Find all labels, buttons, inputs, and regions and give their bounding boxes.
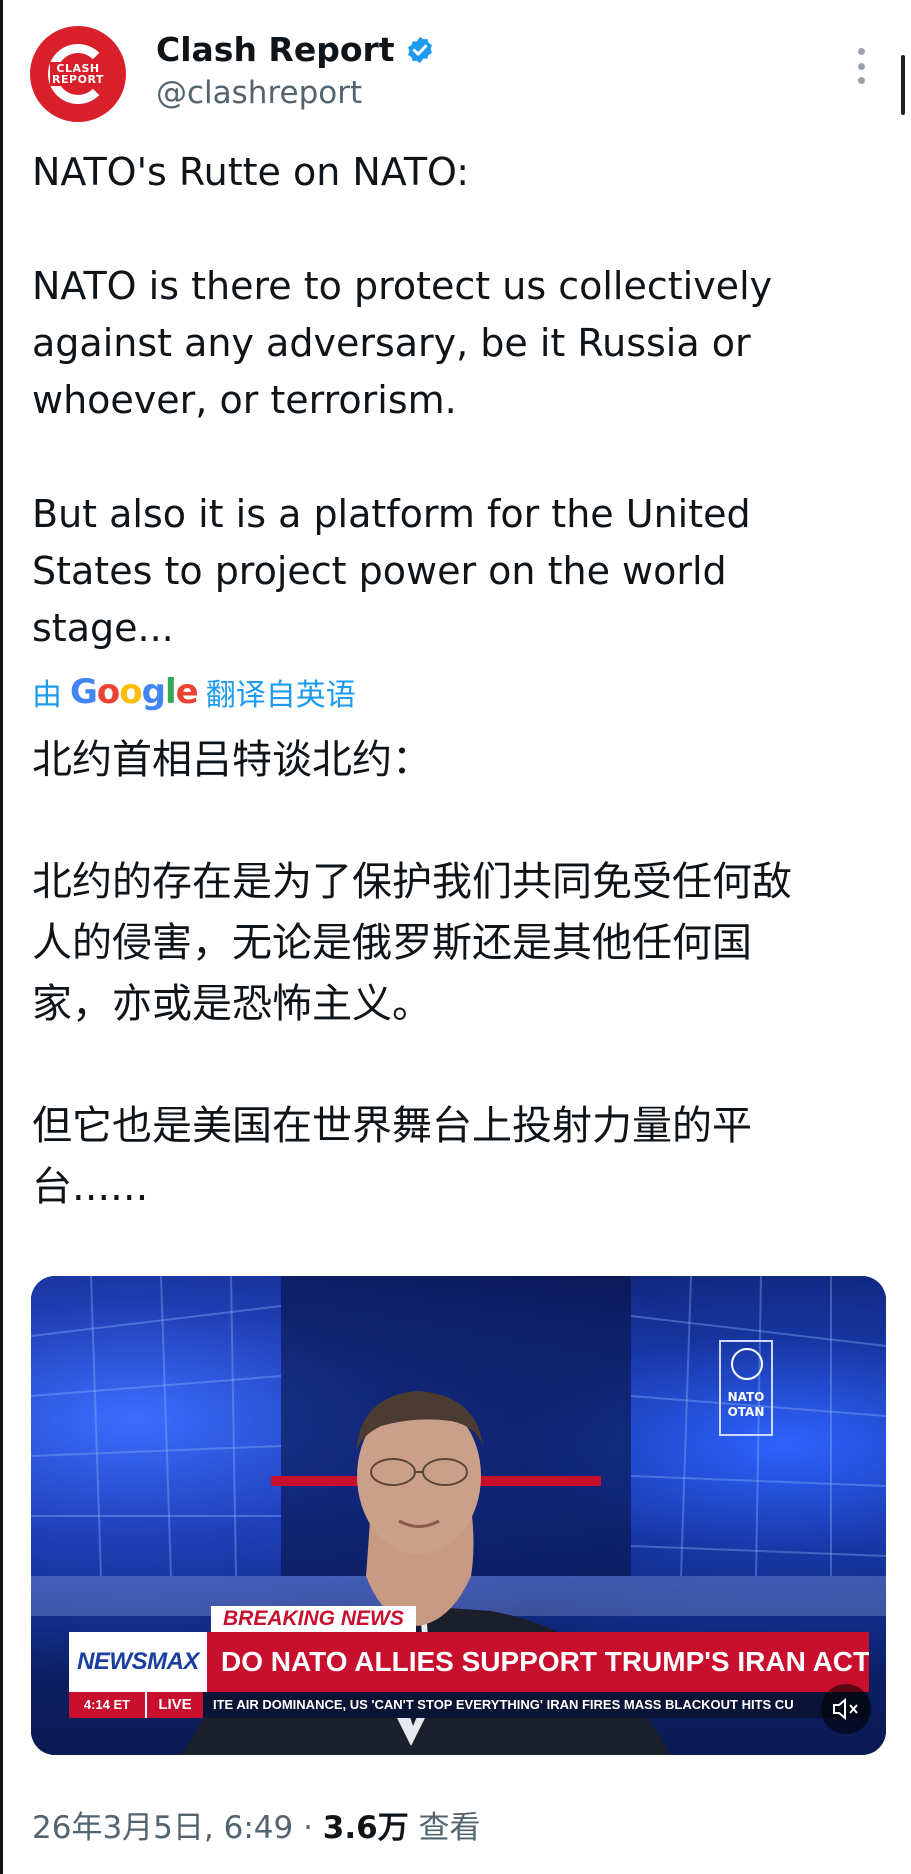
tweet-text: NATO's Rutte on NATO: NATO is there to p…	[32, 150, 773, 650]
lower-third: NEWSMAX DO NATO ALLIES SUPPORT TRUMP'S I…	[69, 1632, 869, 1692]
verified-badge-icon	[407, 36, 432, 63]
tweet-meta: 26年3月5日, 6:49 · 3.6万 查看	[32, 1802, 481, 1847]
translate-suffix: 翻译自英语	[205, 678, 356, 713]
translation-attribution[interactable]: 由 Google 翻译自英语	[32, 670, 356, 714]
google-logo: Google	[70, 672, 199, 712]
headline: DO NATO ALLIES SUPPORT TRUMP'S IRAN ACTI…	[207, 1632, 869, 1692]
post-date-time[interactable]: 26年3月5日, 6:49 ·	[32, 1810, 323, 1846]
avatar[interactable]: CLASH REPORT	[30, 26, 126, 122]
network-logo: NEWSMAX	[69, 1632, 207, 1692]
view-count: 3.6万	[322, 1810, 409, 1846]
broadcast-time: 4:14 ET	[69, 1692, 145, 1718]
tweet-view: CLASH REPORT Clash Report @clashreport NA…	[0, 0, 911, 1874]
view-label: 查看	[408, 1810, 481, 1846]
translate-prefix: 由	[32, 678, 62, 713]
breaking-news-label: BREAKING NEWS	[211, 1606, 416, 1632]
author-handle[interactable]: @clashreport	[156, 75, 362, 111]
author-name[interactable]: Clash Report	[156, 30, 395, 69]
translated-text: 北约首相吕特谈北约： 北约的存在是为了保护我们共同免受任何敌 人的侵害，无论是俄…	[32, 737, 792, 1210]
live-label: LIVE	[145, 1692, 203, 1718]
scrollbar[interactable]	[901, 55, 905, 115]
more-options-icon[interactable]	[856, 48, 866, 84]
video-player[interactable]: NATO OTAN BREAKING NEWS NEWSMAX DO NATO A…	[31, 1276, 886, 1755]
window-edge	[0, 0, 3, 1874]
avatar-logo-text: CLASH REPORT	[50, 62, 106, 86]
ticker-bar: 4:14 ET LIVE ITE AIR DOMINANCE, US 'CAN'…	[69, 1692, 869, 1718]
mute-icon[interactable]	[821, 1684, 871, 1734]
author-name-row[interactable]: Clash Report	[156, 30, 435, 69]
news-crawl: ITE AIR DOMINANCE, US 'CAN'T STOP EVERYT…	[213, 1697, 794, 1712]
